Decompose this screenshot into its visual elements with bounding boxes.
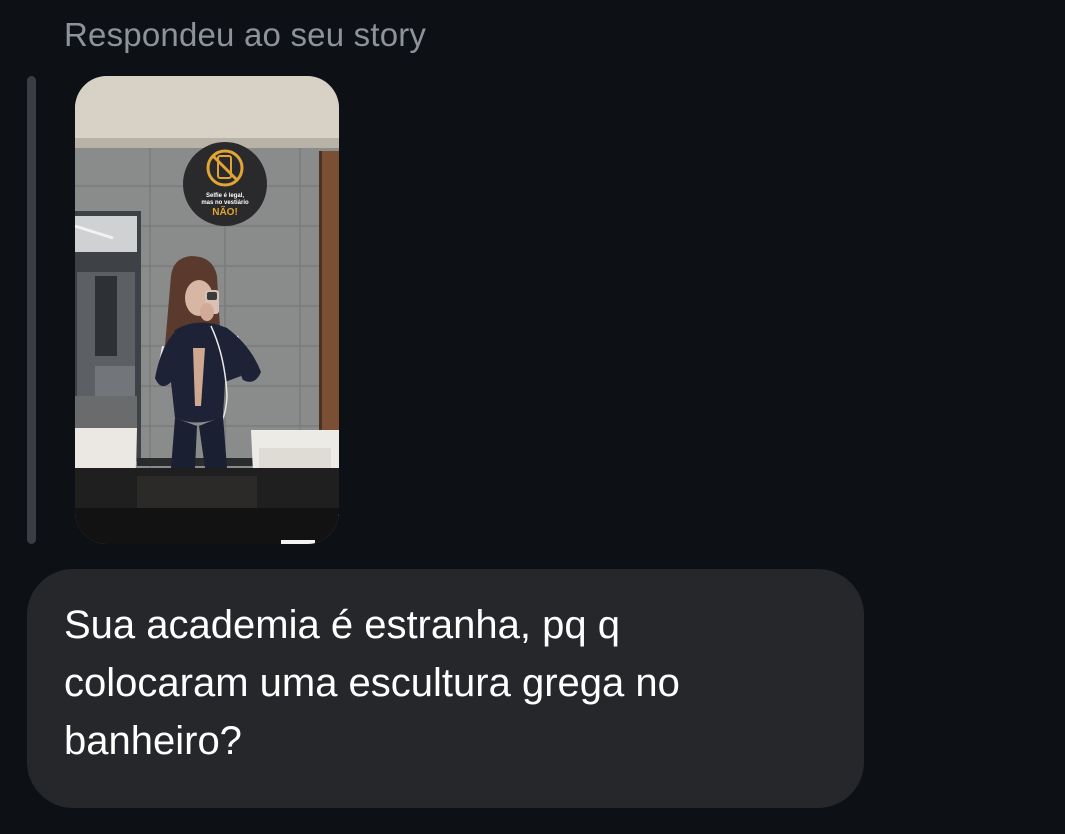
story-reply-label: Respondeu ao seu story: [64, 16, 427, 53]
message-text: Sua academia é estranha, pq q colocaram …: [64, 603, 680, 763]
quote-bar: [27, 76, 36, 544]
sign-line-3: NÃO!: [212, 205, 238, 218]
sign-line-2: mas no vestiário: [201, 200, 249, 206]
sign-line-1: Selfie é legal,: [206, 193, 244, 199]
story-thumbnail[interactable]: Selfie é legal, mas no vestiário NÃO!: [75, 76, 339, 544]
story-photo: Selfie é legal, mas no vestiário NÃO!: [75, 76, 339, 544]
dm-conversation: Respondeu ao seu story Selfie é legal, m…: [0, 0, 1065, 834]
